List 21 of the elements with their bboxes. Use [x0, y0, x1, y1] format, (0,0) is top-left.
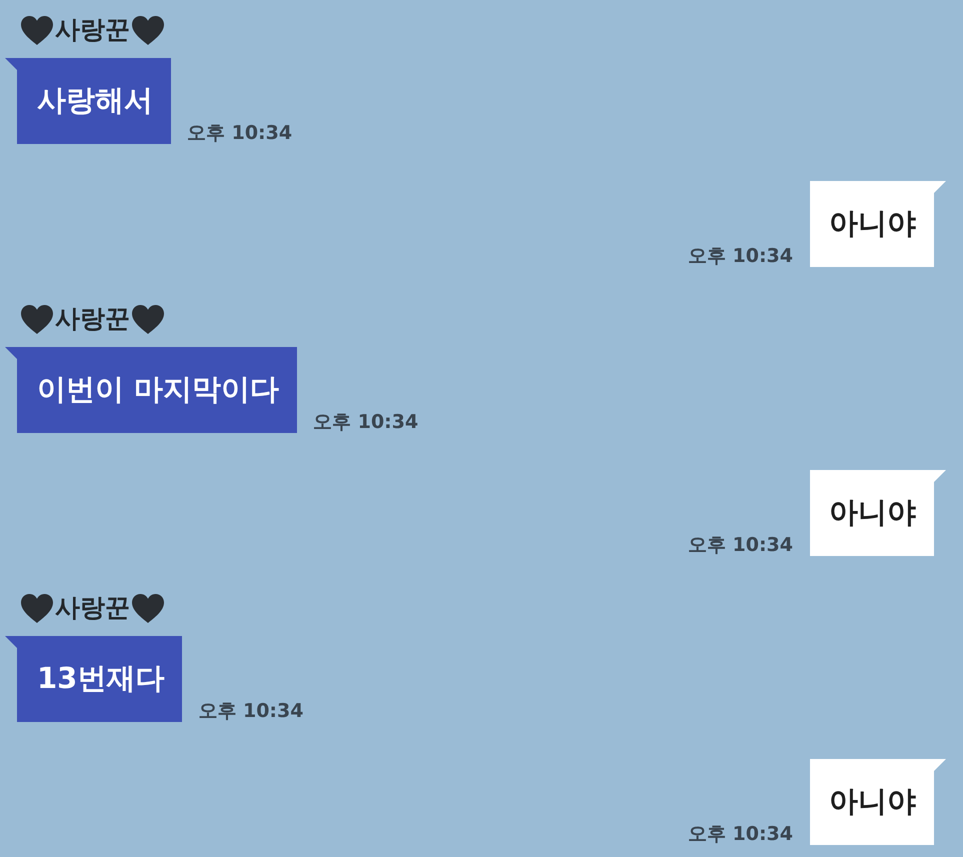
sender-name: 사랑꾼: [54, 593, 131, 623]
message-bubble: 사랑해서: [5, 58, 171, 144]
heart-icon: [21, 304, 53, 334]
message-time: 오후 10:34: [187, 122, 292, 144]
heart-icon: [132, 594, 164, 622]
message-bubble: 이번이 마지막이다: [5, 347, 298, 433]
heart-icon: [21, 594, 53, 622]
heart-icon: [132, 304, 164, 334]
message-time: 오후 10:34: [688, 534, 793, 556]
message-time: 오후 10:34: [198, 700, 304, 722]
heart-icon: [21, 16, 53, 44]
message-time: 오후 10:34: [688, 823, 793, 845]
message-time: 오후 10:34: [688, 245, 793, 267]
heart-icon: [132, 16, 164, 44]
message-bubble: 아니야: [810, 759, 946, 845]
message-bubble: 13번재다: [5, 636, 182, 722]
message-time: 오후 10:34: [313, 411, 418, 433]
message-bubble: 아니야: [810, 470, 946, 556]
message-bubble: 아니야: [810, 181, 946, 267]
sender-name: 사랑꾼: [54, 304, 131, 334]
sender-name: 사랑꾼: [54, 15, 131, 45]
